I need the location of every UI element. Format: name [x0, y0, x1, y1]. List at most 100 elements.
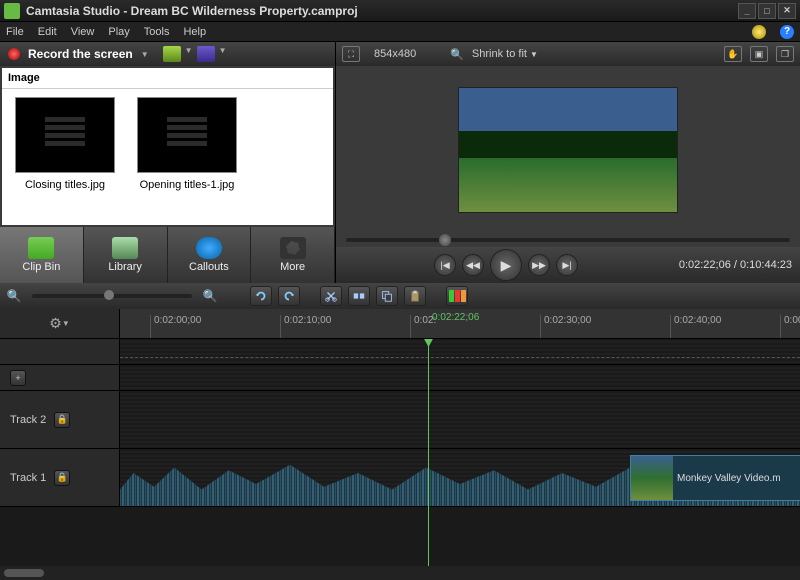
detach-icon[interactable]: ❐: [776, 46, 794, 62]
clip-item[interactable]: Opening titles-1.jpg: [132, 97, 242, 217]
maximize-button[interactable]: □: [758, 3, 776, 19]
record-button[interactable]: Record the screen: [28, 47, 133, 61]
track-1-content[interactable]: Monkey Valley Video.m: [120, 449, 800, 506]
import-dropdown-icon[interactable]: ▼: [185, 46, 193, 62]
tips-icon[interactable]: [752, 25, 766, 39]
track-2: Track 2 🔒: [0, 391, 800, 449]
close-button[interactable]: ✕: [778, 3, 796, 19]
copy-button[interactable]: [376, 286, 398, 306]
preview-canvas[interactable]: [336, 66, 800, 233]
minimize-button[interactable]: _: [738, 3, 756, 19]
menu-file[interactable]: File: [6, 26, 24, 38]
tab-library[interactable]: Library: [84, 227, 168, 283]
menu-tools[interactable]: Tools: [144, 26, 170, 38]
scrub-handle[interactable]: [439, 234, 451, 246]
zoom-slider[interactable]: [32, 294, 192, 298]
playback-controls: |◀ ◀◀ ▶ ▶▶ ▶| 0:02:22;06 / 0:10:44:23: [336, 247, 800, 283]
more-icon: [280, 237, 306, 259]
help-icon[interactable]: ?: [780, 25, 794, 39]
timeline-clip[interactable]: Monkey Valley Video.m: [630, 455, 800, 501]
clip-label: Opening titles-1.jpg: [140, 179, 235, 191]
timeline-scrollbar[interactable]: [0, 566, 800, 580]
clip-item[interactable]: Closing titles.jpg: [10, 97, 120, 217]
clip-bin-area: Image Closing titles.jpg Opening titles-…: [2, 68, 333, 225]
shrink-to-fit-dropdown[interactable]: Shrink to fit ▼: [472, 48, 538, 60]
tab-label: Callouts: [189, 261, 229, 273]
playhead[interactable]: [428, 339, 429, 566]
cut-button[interactable]: [320, 286, 342, 306]
scrub-track[interactable]: [346, 238, 790, 242]
split-button[interactable]: [348, 286, 370, 306]
zoom-in-icon[interactable]: 🔍: [202, 288, 218, 304]
library-icon: [112, 237, 138, 259]
undo-button[interactable]: [250, 286, 272, 306]
play-button[interactable]: ▶: [490, 249, 522, 281]
clip-bin-header: Image: [2, 68, 333, 89]
timeline-ruler-row: ⚙ ▼ 0:02:00;00 0:02:10;00 0:02: 0:02:30;…: [0, 309, 800, 339]
track-1-header: Track 1 🔒: [0, 449, 120, 506]
time-display: 0:02:22;06 / 0:10:44:23: [679, 259, 792, 271]
lock-track-icon[interactable]: 🔒: [54, 470, 70, 486]
timeline-ruler[interactable]: 0:02:00;00 0:02:10;00 0:02: 0:02:30;00 0…: [120, 309, 800, 338]
step-forward-button[interactable]: ▶▶: [528, 254, 550, 276]
callouts-icon: [196, 237, 222, 259]
menubar: File Edit View Play Tools Help ?: [0, 22, 800, 42]
next-clip-button[interactable]: ▶|: [556, 254, 578, 276]
add-track-button[interactable]: +: [10, 370, 26, 386]
preview-toolbar: ⛶ 854x480 🔍 Shrink to fit ▼ ✋ ▣ ❐: [336, 42, 800, 66]
track-options-gear-icon[interactable]: ⚙ ▼: [50, 314, 70, 334]
timeline-toolbar: 🔍 🔍: [0, 283, 800, 309]
record-icon: [8, 48, 20, 60]
record-toolbar: Record the screen ▼ ▼ ▼: [0, 42, 335, 66]
fullscreen-icon[interactable]: ▣: [750, 46, 768, 62]
paste-button[interactable]: [404, 286, 426, 306]
menu-edit[interactable]: Edit: [38, 26, 57, 38]
tab-label: Clip Bin: [22, 261, 60, 273]
tab-label: Library: [108, 261, 142, 273]
scrollbar-thumb[interactable]: [4, 569, 44, 577]
tab-callouts[interactable]: Callouts: [168, 227, 252, 283]
ruler-tick: 0:02:00;00: [150, 315, 201, 338]
clip-thumbnail: [15, 97, 115, 173]
lock-track-icon[interactable]: 🔒: [54, 412, 70, 428]
prev-clip-button[interactable]: |◀: [434, 254, 456, 276]
tab-label: More: [280, 261, 305, 273]
produce-share-icon[interactable]: [197, 46, 215, 62]
markers-button[interactable]: [446, 286, 468, 306]
ruler-tick: 0:02:40;00: [670, 315, 721, 338]
import-media-icon[interactable]: [163, 46, 181, 62]
track-name: Track 2: [10, 414, 46, 426]
pan-icon[interactable]: ✋: [724, 46, 742, 62]
video-frame: [459, 88, 677, 212]
clip-bin-icon: [28, 237, 54, 259]
zoom-out-icon[interactable]: 🔍: [6, 288, 22, 304]
titlebar: Camtasia Studio - Dream BC Wilderness Pr…: [0, 0, 800, 22]
tab-more[interactable]: More: [251, 227, 335, 283]
track-name: Track 1: [10, 472, 46, 484]
record-dropdown-icon[interactable]: ▼: [141, 50, 149, 59]
zoom-slider-handle[interactable]: [104, 290, 114, 300]
track-add-row: +: [0, 365, 800, 391]
zoom-icon: 🔍: [450, 48, 464, 61]
menu-view[interactable]: View: [71, 26, 95, 38]
clip-thumbnail: [137, 97, 237, 173]
timeline-panel: 🔍 🔍 ⚙ ▼ 0:02:00;00 0:02:10;00 0:02: 0:02…: [0, 283, 800, 580]
produce-dropdown-icon[interactable]: ▼: [219, 46, 227, 62]
clip-label: Monkey Valley Video.m: [677, 473, 781, 484]
tracks-area: + Track 2 🔒 Track 1 🔒 Monkey Valley Vide…: [0, 339, 800, 566]
editing-dimensions-icon[interactable]: ⛶: [342, 46, 360, 62]
ruler-tick: 0:02:10;00: [280, 315, 331, 338]
menu-play[interactable]: Play: [108, 26, 129, 38]
redo-button[interactable]: [278, 286, 300, 306]
clip-thumbnail-mini: [631, 456, 673, 500]
menu-help[interactable]: Help: [183, 26, 206, 38]
step-back-button[interactable]: ◀◀: [462, 254, 484, 276]
track-spacer: [0, 339, 800, 365]
tab-clip-bin[interactable]: Clip Bin: [0, 227, 84, 283]
app-icon: [4, 3, 20, 19]
track-2-content[interactable]: [120, 391, 800, 448]
dimensions-label: 854x480: [368, 46, 422, 62]
left-panel: Record the screen ▼ ▼ ▼ Image Closing ti…: [0, 42, 336, 283]
task-tabs: Clip Bin Library Callouts More: [0, 227, 335, 283]
scrub-bar[interactable]: [336, 233, 800, 247]
